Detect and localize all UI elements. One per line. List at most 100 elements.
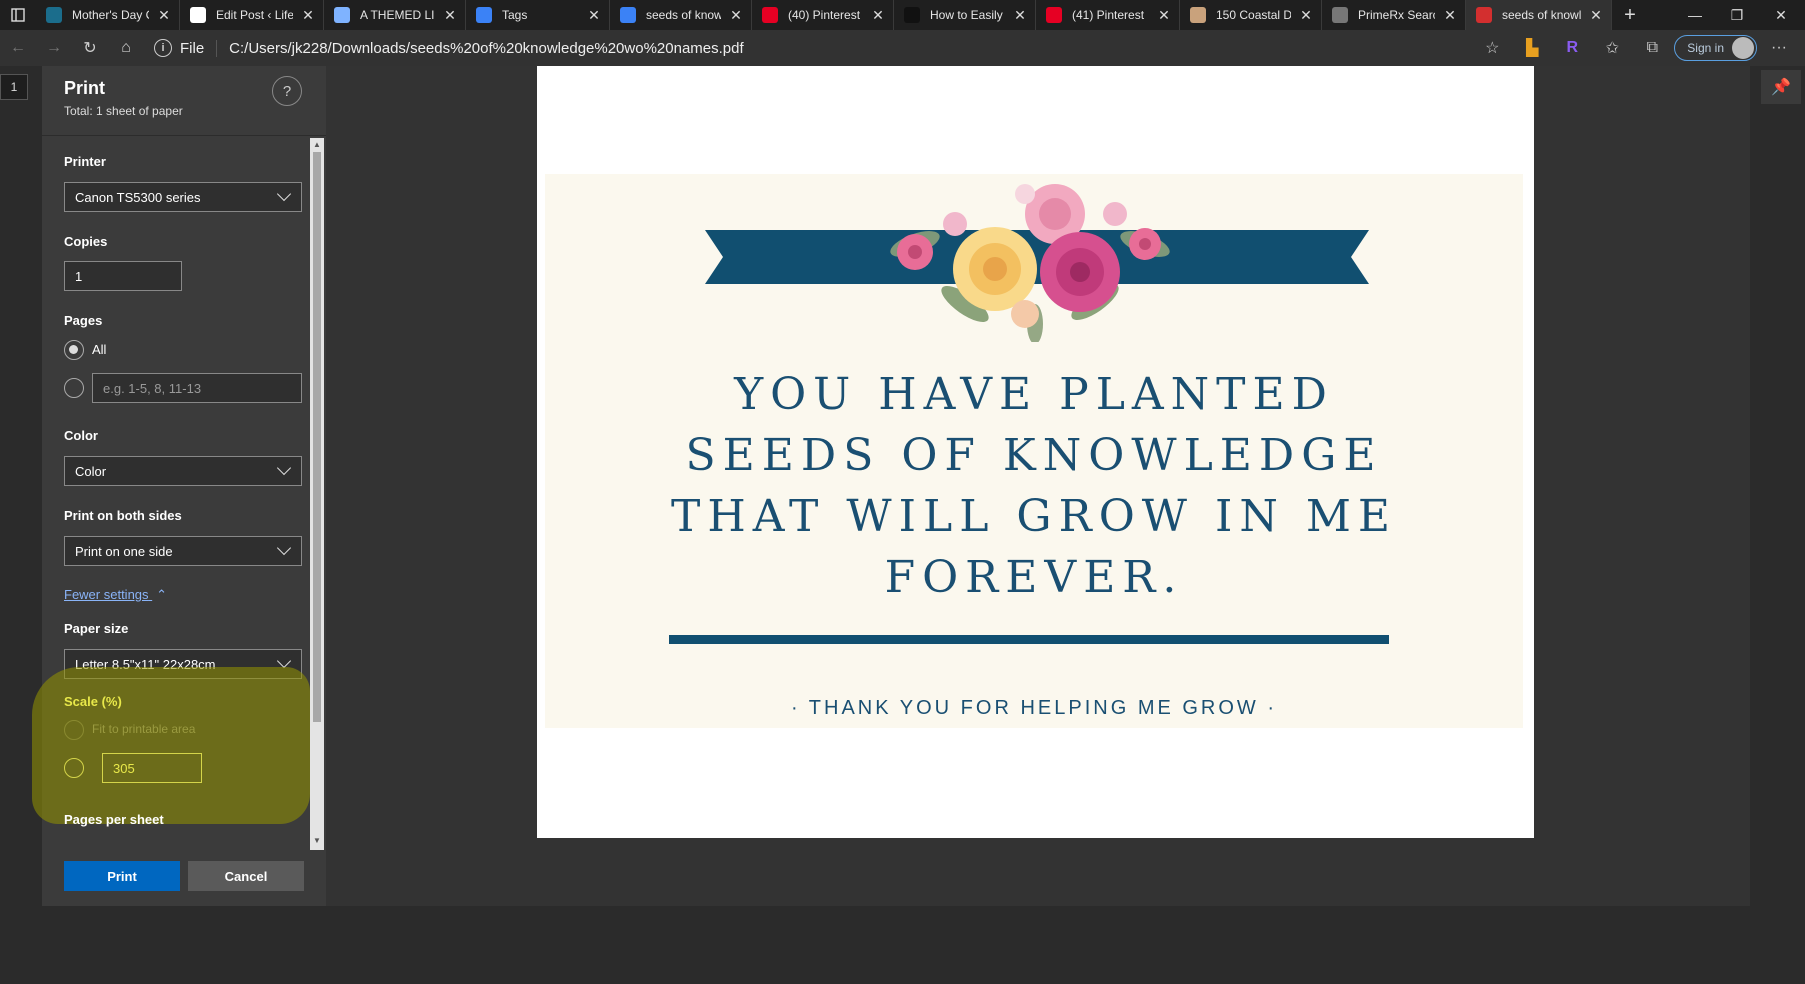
- minimize-icon[interactable]: —: [1672, 0, 1718, 30]
- print-panel: Print Total: 1 sheet of paper ? Printer …: [32, 66, 326, 906]
- close-tab-icon[interactable]: ✕: [1443, 7, 1457, 24]
- forward-icon[interactable]: →: [36, 33, 72, 63]
- home-icon[interactable]: ⌂: [108, 33, 144, 63]
- color-value: Color: [75, 463, 107, 479]
- browser-tab[interactable]: Tags ✕: [466, 0, 610, 30]
- close-tab-icon[interactable]: ✕: [1589, 7, 1603, 24]
- tab-title: (41) Pinterest: [1072, 8, 1145, 22]
- scale-fit-radio[interactable]: [64, 720, 84, 740]
- address-url[interactable]: C:/Users/jk228/Downloads/seeds%20of%20kn…: [229, 40, 743, 57]
- close-window-icon[interactable]: ✕: [1758, 0, 1804, 30]
- favorites-icon[interactable]: ✩: [1594, 33, 1630, 63]
- browser-tab[interactable]: How to Easily A ✕: [894, 0, 1036, 30]
- refresh-icon[interactable]: ↻: [72, 33, 108, 63]
- pinterest-icon: [762, 7, 778, 23]
- pages-all-radio[interactable]: [64, 340, 84, 360]
- print-header: Print Total: 1 sheet of paper ?: [42, 66, 326, 136]
- sign-in-button[interactable]: Sign in: [1674, 35, 1757, 61]
- heart-icon: [904, 7, 920, 23]
- scale-fit-label: Fit to printable area: [92, 722, 196, 736]
- tab-title: (40) Pinterest: [788, 8, 861, 22]
- quote-line: SEEDS OF KNOWLEDGE: [685, 430, 1383, 481]
- copies-input[interactable]: 1: [64, 261, 182, 291]
- close-tab-icon[interactable]: ✕: [587, 7, 601, 24]
- close-tab-icon[interactable]: ✕: [1299, 7, 1313, 24]
- close-tab-icon[interactable]: ✕: [443, 7, 457, 24]
- extension-icon[interactable]: ▙: [1514, 33, 1550, 63]
- quote-line: FOREVER.: [884, 552, 1184, 603]
- browser-tab[interactable]: (41) Pinterest ✕: [1036, 0, 1180, 30]
- tab-title: seeds of knowle: [646, 8, 721, 22]
- browser-tab[interactable]: seeds of knowle ✕: [610, 0, 752, 30]
- browser-tab[interactable]: 150 Coastal DIY ✕: [1180, 0, 1322, 30]
- fewer-settings-link[interactable]: Fewer settings ⌃: [64, 587, 167, 603]
- divider-line: [669, 635, 1389, 644]
- scroll-up-icon[interactable]: ▲: [313, 140, 321, 149]
- scrollbar-thumb[interactable]: [313, 152, 321, 722]
- browser-tab[interactable]: A THEMED LINK ✕: [324, 0, 466, 30]
- tab-actions-menu-icon[interactable]: [0, 0, 36, 30]
- paper-size-label: Paper size: [64, 621, 129, 636]
- browser-tab[interactable]: Edit Post ‹ Life a ✕: [180, 0, 324, 30]
- teal-square-icon: [46, 7, 62, 23]
- browser-tab[interactable]: seeds of knowle ✕: [1466, 0, 1612, 30]
- browser-tab[interactable]: (40) Pinterest ✕: [752, 0, 894, 30]
- page-number-input[interactable]: 1: [0, 74, 28, 100]
- tab-title: PrimeRx Search: [1358, 8, 1435, 22]
- extension-r-icon[interactable]: R: [1554, 33, 1590, 63]
- address-bar[interactable]: i File C:/Users/jk228/Downloads/seeds%20…: [154, 34, 1474, 62]
- quote-line: THAT WILL GROW IN ME: [670, 491, 1398, 542]
- pages-per-sheet-label: Pages per sheet: [64, 812, 164, 827]
- color-label: Color: [64, 428, 98, 443]
- address-scheme: File: [180, 39, 218, 57]
- help-icon[interactable]: ?: [272, 76, 302, 106]
- pin-icon[interactable]: 📌: [1761, 70, 1801, 104]
- scroll-down-icon[interactable]: ▼: [313, 836, 321, 845]
- tab-title: 150 Coastal DIY: [1216, 8, 1291, 22]
- more-options-icon[interactable]: ···: [1761, 33, 1797, 63]
- back-icon[interactable]: ←: [0, 33, 36, 63]
- color-select[interactable]: Color: [64, 456, 302, 486]
- scale-input[interactable]: 305: [102, 753, 202, 783]
- yellow-highlight: [32, 667, 310, 824]
- panel-scrollbar[interactable]: ▲ ▼: [310, 138, 324, 850]
- browser-tab[interactable]: PrimeRx Search ✕: [1322, 0, 1466, 30]
- chevron-down-icon: [276, 460, 292, 476]
- close-tab-icon[interactable]: ✕: [301, 7, 315, 24]
- duplex-value: Print on one side: [75, 543, 173, 559]
- c-icon: [620, 7, 636, 23]
- close-tab-icon[interactable]: ✕: [1013, 7, 1027, 24]
- tab-title: Mother's Day C: [72, 8, 149, 22]
- close-tab-icon[interactable]: ✕: [871, 7, 885, 24]
- duplex-select[interactable]: Print on one side: [64, 536, 302, 566]
- pages-custom-radio[interactable]: [64, 378, 84, 398]
- add-favorite-icon[interactable]: ☆: [1474, 33, 1510, 63]
- tab-title: Edit Post ‹ Life a: [216, 8, 293, 22]
- close-tab-icon[interactable]: ✕: [729, 7, 743, 24]
- tab-title: Tags: [502, 8, 528, 22]
- chevron-down-icon: [276, 186, 292, 202]
- fewer-settings-label: Fewer settings: [64, 587, 149, 602]
- tab-title: A THEMED LINK: [360, 8, 435, 22]
- new-tab-button[interactable]: +: [1612, 0, 1648, 30]
- tab-title: How to Easily A: [930, 8, 1005, 22]
- browser-tab[interactable]: Mother's Day C ✕: [36, 0, 180, 30]
- scale-custom-radio[interactable]: [64, 758, 84, 778]
- cancel-button[interactable]: Cancel: [188, 861, 304, 891]
- chevron-down-icon: [276, 653, 292, 669]
- pages-range-input[interactable]: e.g. 1-5, 8, 11-13: [92, 373, 302, 403]
- printer-select[interactable]: Canon TS5300 series: [64, 182, 302, 212]
- restore-icon[interactable]: ❐: [1714, 0, 1760, 30]
- collections-icon[interactable]: ⧉: [1634, 33, 1670, 63]
- site-info-icon[interactable]: i: [154, 39, 172, 57]
- chevron-up-icon: ⌃: [156, 587, 168, 602]
- print-title: Print: [64, 78, 106, 98]
- printer-label: Printer: [64, 154, 106, 169]
- close-tab-icon[interactable]: ✕: [1157, 7, 1171, 24]
- tab-title: seeds of knowle: [1502, 8, 1581, 22]
- pages-all-label: All: [92, 342, 107, 357]
- close-tab-icon[interactable]: ✕: [157, 7, 171, 24]
- print-button[interactable]: Print: [64, 861, 180, 891]
- c-icon: [476, 7, 492, 23]
- chevron-down-icon: [276, 540, 292, 556]
